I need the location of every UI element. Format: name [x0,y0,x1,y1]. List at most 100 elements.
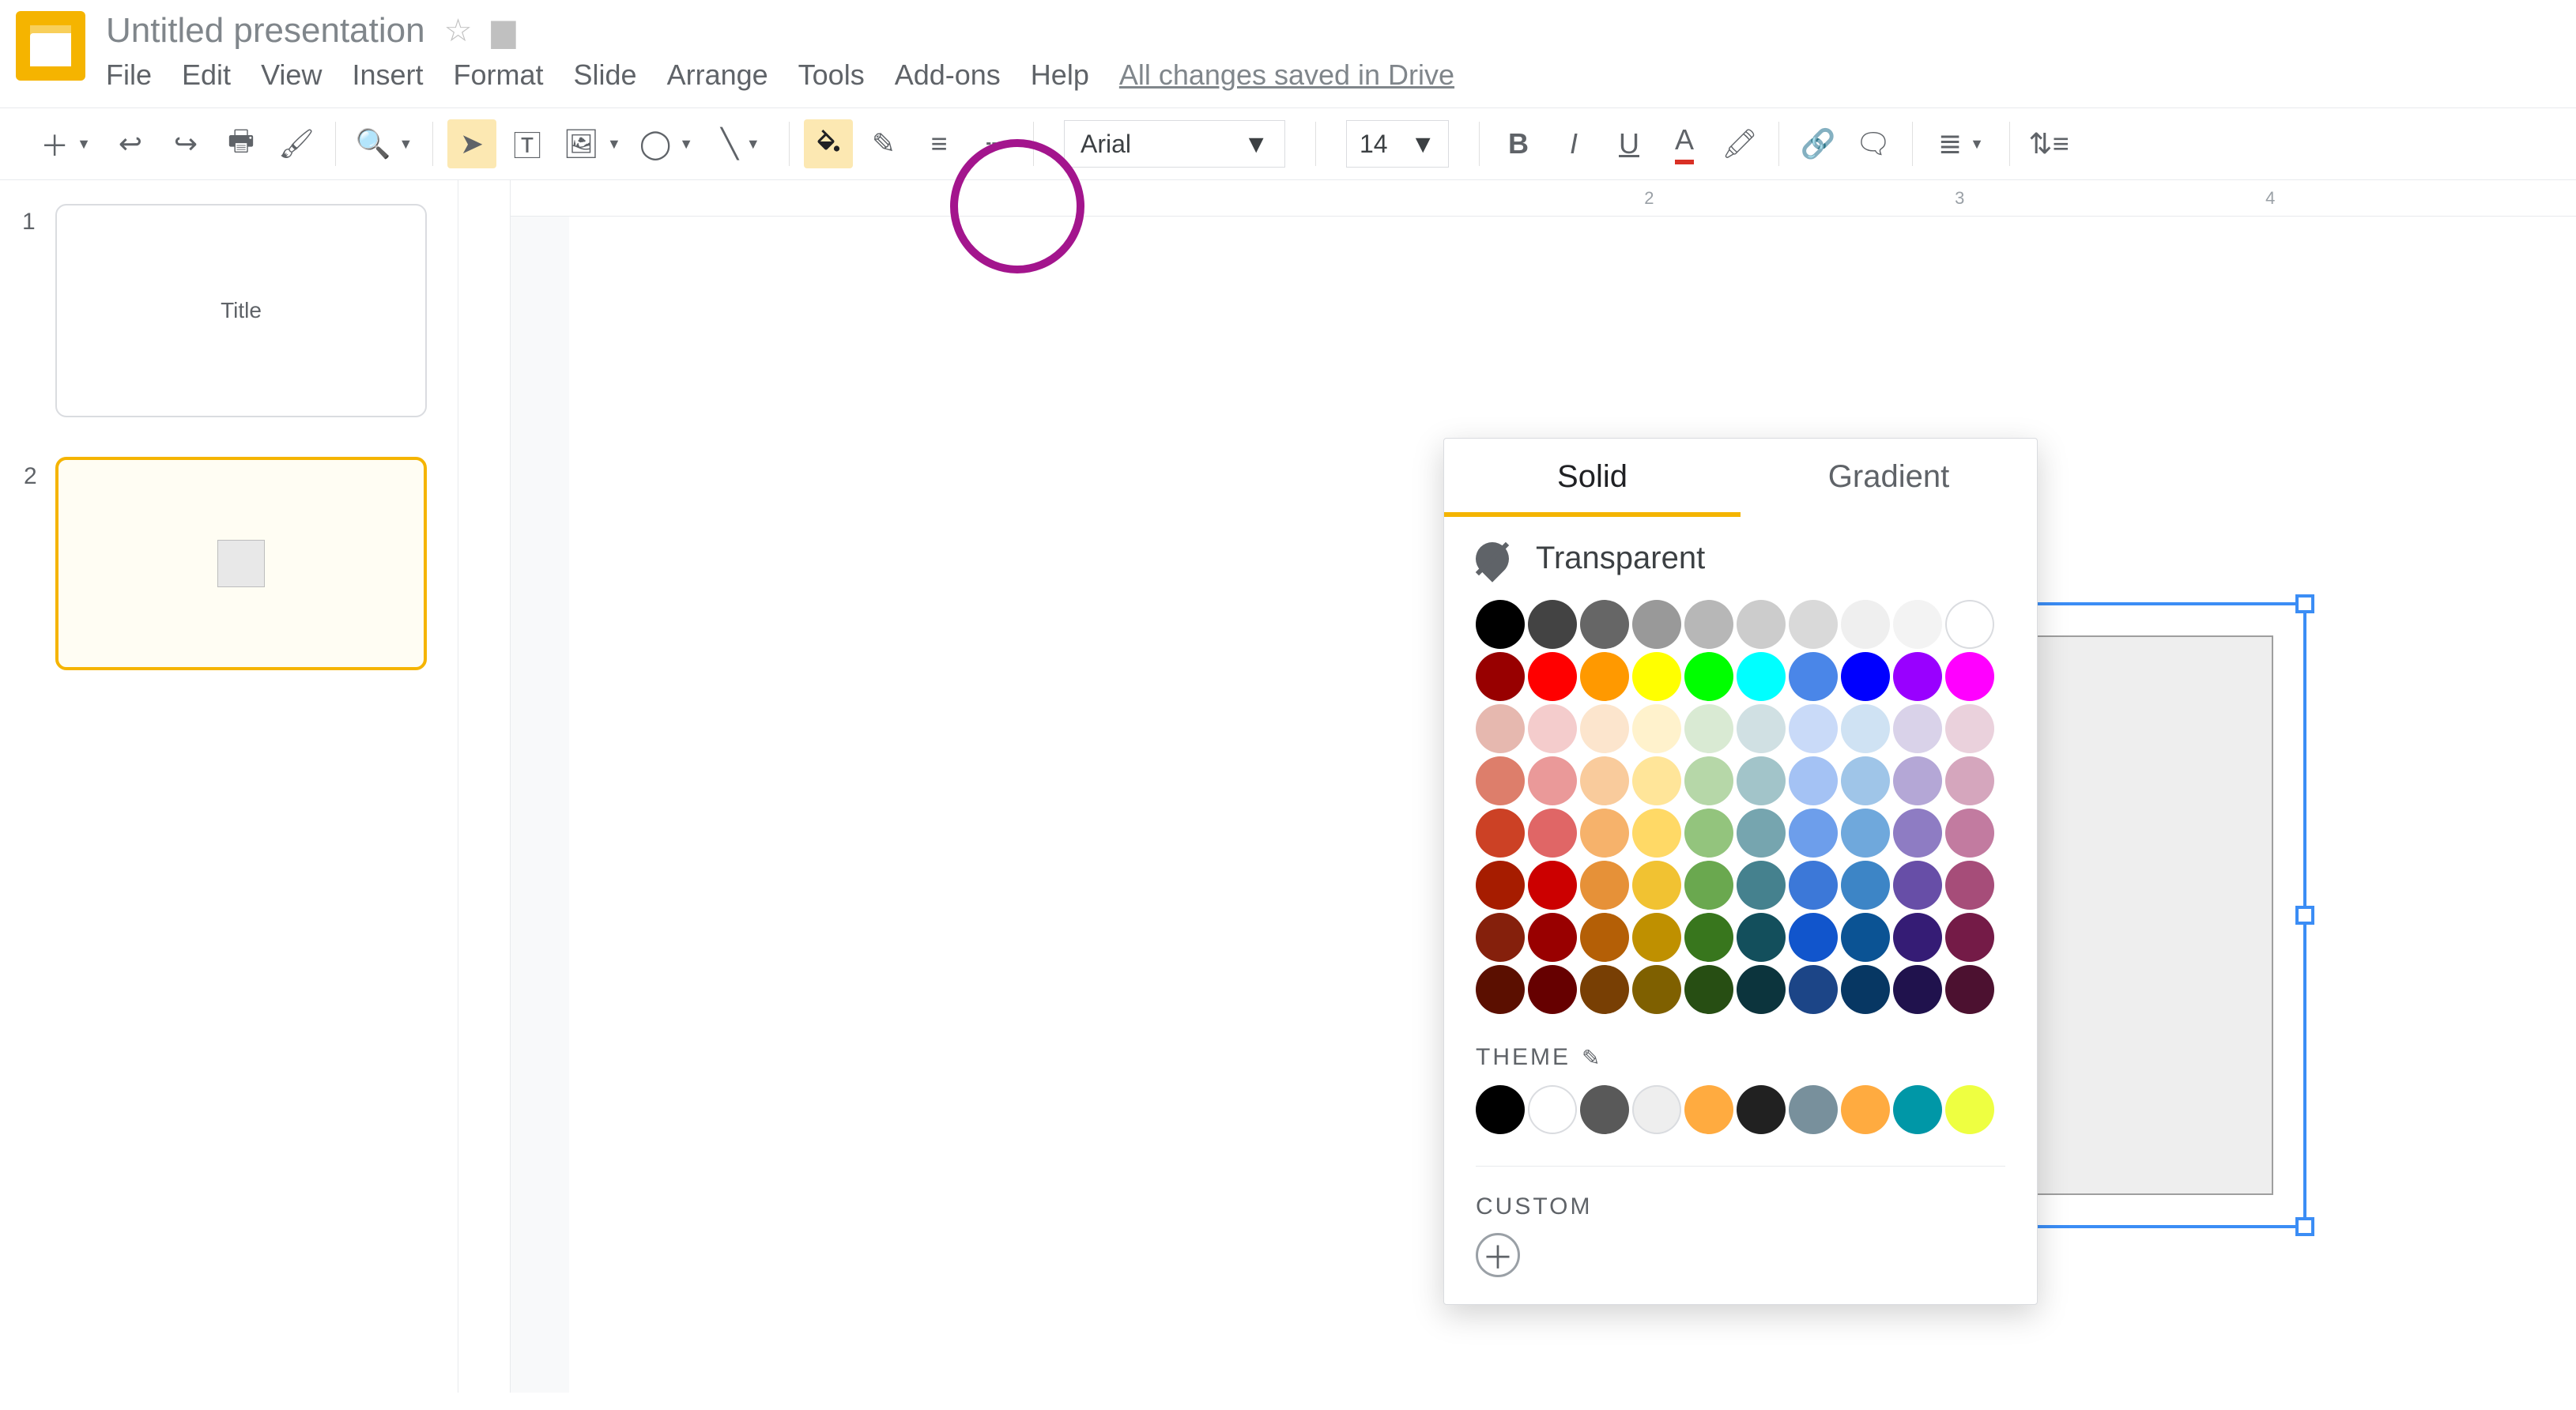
color-swatch[interactable] [1580,861,1629,910]
tab-solid[interactable]: Solid [1444,439,1741,517]
color-swatch[interactable] [1476,861,1525,910]
redo-button[interactable]: ↪ [161,119,210,168]
color-swatch[interactable] [1632,809,1681,858]
theme-color-swatch[interactable] [1945,1085,1994,1134]
color-swatch[interactable] [1789,600,1838,649]
paint-format-button[interactable]: 🖌 [272,119,321,168]
color-swatch[interactable] [1684,652,1733,701]
transparent-option[interactable]: Transparent [1444,517,2037,594]
color-swatch[interactable] [1893,965,1942,1014]
color-swatch[interactable] [1476,652,1525,701]
color-swatch[interactable] [1737,600,1786,649]
color-swatch[interactable] [1684,756,1733,805]
color-swatch[interactable] [1841,965,1890,1014]
fill-color-button[interactable] [804,119,853,168]
color-swatch[interactable] [1945,913,1994,962]
border-dash-button[interactable]: ┄ [970,119,1019,168]
color-swatch[interactable] [1789,756,1838,805]
slide-thumbnail[interactable]: 2 [55,457,427,670]
color-swatch[interactable] [1737,704,1786,753]
tab-gradient[interactable]: Gradient [1741,439,2037,517]
color-swatch[interactable] [1737,756,1786,805]
line-tool[interactable]: ╲▼ [707,119,775,168]
color-swatch[interactable] [1893,809,1942,858]
color-swatch[interactable] [1528,861,1577,910]
underline-button[interactable]: U [1605,119,1654,168]
star-icon[interactable]: ☆ [444,13,473,49]
image-tool[interactable]: 🖼▼ [558,119,626,168]
menu-insert[interactable]: Insert [352,58,423,92]
menu-slide[interactable]: Slide [574,58,637,92]
color-swatch[interactable] [1580,600,1629,649]
border-weight-button[interactable]: ≡ [915,119,964,168]
add-custom-color-button[interactable]: ＋ [1476,1233,1520,1277]
color-swatch[interactable] [1945,756,1994,805]
color-swatch[interactable] [1737,965,1786,1014]
color-swatch[interactable] [1945,809,1994,858]
color-swatch[interactable] [1945,704,1994,753]
color-swatch[interactable] [1476,965,1525,1014]
color-swatch[interactable] [1528,913,1577,962]
textbox-tool[interactable]: 🅃 [503,119,552,168]
theme-color-swatch[interactable] [1580,1085,1629,1134]
select-tool[interactable]: ➤ [447,119,496,168]
theme-color-swatch[interactable] [1476,1085,1525,1134]
color-swatch[interactable] [1737,861,1786,910]
menu-help[interactable]: Help [1031,58,1089,92]
edit-theme-colors-icon[interactable]: ✎ [1582,1045,1602,1071]
color-swatch[interactable] [1580,652,1629,701]
theme-color-swatch[interactable] [1841,1085,1890,1134]
shape-tool[interactable]: ◯▼ [632,119,700,168]
color-swatch[interactable] [1632,704,1681,753]
color-swatch[interactable] [1580,809,1629,858]
color-swatch[interactable] [1737,809,1786,858]
theme-color-swatch[interactable] [1528,1085,1577,1134]
color-swatch[interactable] [1580,704,1629,753]
menu-view[interactable]: View [261,58,322,92]
color-swatch[interactable] [1632,600,1681,649]
color-swatch[interactable] [1476,809,1525,858]
theme-color-swatch[interactable] [1684,1085,1733,1134]
color-swatch[interactable] [1528,600,1577,649]
color-swatch[interactable] [1789,861,1838,910]
color-swatch[interactable] [1789,704,1838,753]
color-swatch[interactable] [1632,652,1681,701]
color-swatch[interactable] [1476,756,1525,805]
color-swatch[interactable] [1841,809,1890,858]
color-swatch[interactable] [1841,600,1890,649]
color-swatch[interactable] [1528,704,1577,753]
save-status[interactable]: All changes saved in Drive [1119,58,1454,92]
color-swatch[interactable] [1476,704,1525,753]
color-swatch[interactable] [1476,600,1525,649]
document-title[interactable]: Untitled presentation [106,11,425,51]
menu-file[interactable]: File [106,58,152,92]
slide-thumbnail[interactable]: 1 Title [55,204,427,417]
move-to-folder-icon[interactable]: ▆ [491,13,515,49]
undo-button[interactable]: ↩ [106,119,155,168]
color-swatch[interactable] [1893,861,1942,910]
color-swatch[interactable] [1528,652,1577,701]
resize-handle-ne[interactable] [2295,594,2314,613]
color-swatch[interactable] [1841,913,1890,962]
color-swatch[interactable] [1684,600,1733,649]
color-swatch[interactable] [1841,756,1890,805]
color-swatch[interactable] [1945,600,1994,649]
color-swatch[interactable] [1580,756,1629,805]
color-swatch[interactable] [1684,965,1733,1014]
color-swatch[interactable] [1789,913,1838,962]
font-size-select[interactable]: 14▼ [1346,120,1449,168]
new-slide-button[interactable]: ＋▼ [32,119,100,168]
menu-tools[interactable]: Tools [798,58,865,92]
color-swatch[interactable] [1632,756,1681,805]
color-swatch[interactable] [1893,756,1942,805]
line-spacing-button[interactable]: ⇅≡ [2024,119,2073,168]
align-button[interactable]: ≣▼ [1927,119,1995,168]
theme-color-swatch[interactable] [1632,1085,1681,1134]
color-swatch[interactable] [1893,600,1942,649]
color-swatch[interactable] [1684,704,1733,753]
insert-comment-button[interactable]: 🗨 [1849,119,1898,168]
font-family-select[interactable]: Arial▼ [1064,120,1285,168]
color-swatch[interactable] [1737,652,1786,701]
italic-button[interactable]: I [1549,119,1598,168]
color-swatch[interactable] [1528,965,1577,1014]
